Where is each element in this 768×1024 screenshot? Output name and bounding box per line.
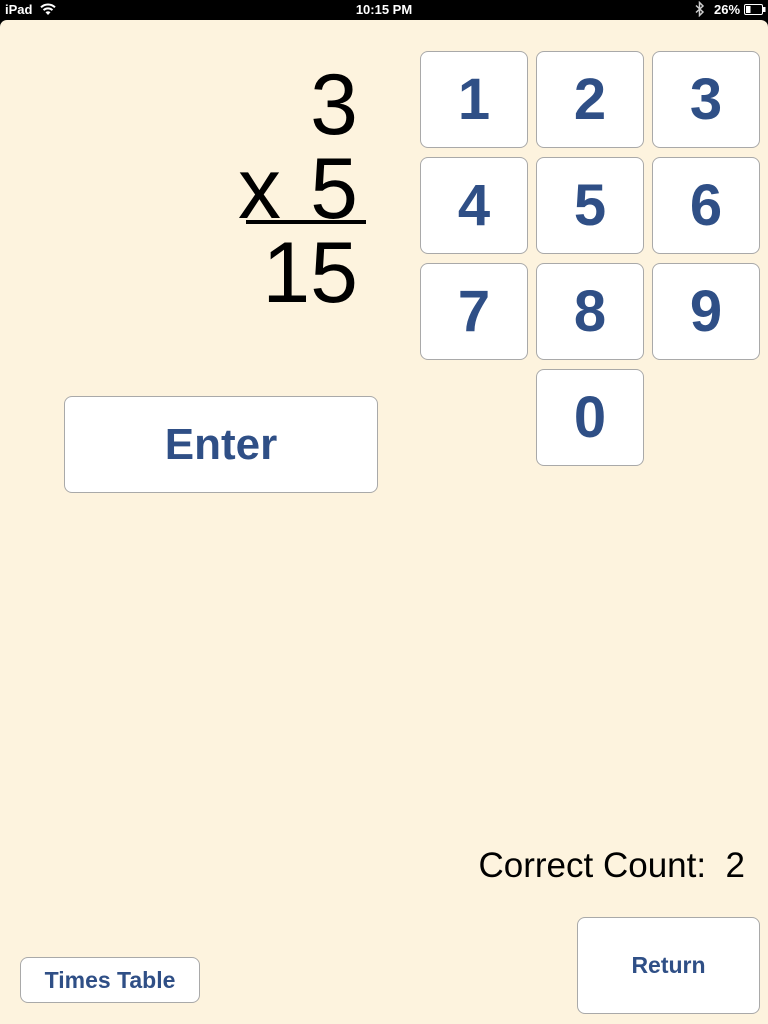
- key-0[interactable]: 0: [536, 369, 644, 466]
- times-table-button[interactable]: Times Table: [20, 957, 200, 1003]
- key-3[interactable]: 3: [652, 51, 760, 148]
- answer-number: 15: [262, 225, 358, 321]
- correct-count-label: Correct Count:: [478, 846, 707, 885]
- key-2[interactable]: 2: [536, 51, 644, 148]
- key-6[interactable]: 6: [652, 157, 760, 254]
- top-number: 3: [310, 57, 358, 153]
- key-4[interactable]: 4: [420, 157, 528, 254]
- key-5[interactable]: 5: [536, 157, 644, 254]
- status-bar: iPad 10:15 PM 26%: [0, 0, 768, 20]
- return-button[interactable]: Return: [577, 917, 760, 1014]
- answer-rule: [246, 220, 366, 224]
- status-time: 10:15 PM: [355, 2, 413, 17]
- app-screen: 3 x 5 15 1 2 3 4 5 6 7 8 9 0 Enter Corre…: [0, 20, 768, 1024]
- key-9[interactable]: 9: [652, 263, 760, 360]
- enter-button[interactable]: Enter: [64, 396, 378, 493]
- bluetooth-icon: [695, 1, 705, 17]
- key-1[interactable]: 1: [420, 51, 528, 148]
- key-8[interactable]: 8: [536, 263, 644, 360]
- correct-count: Correct Count: 2: [400, 846, 745, 886]
- battery-icon: [744, 4, 766, 15]
- battery-percentage: 26%: [714, 2, 741, 17]
- key-7[interactable]: 7: [420, 263, 528, 360]
- correct-count-value: 2: [725, 846, 745, 885]
